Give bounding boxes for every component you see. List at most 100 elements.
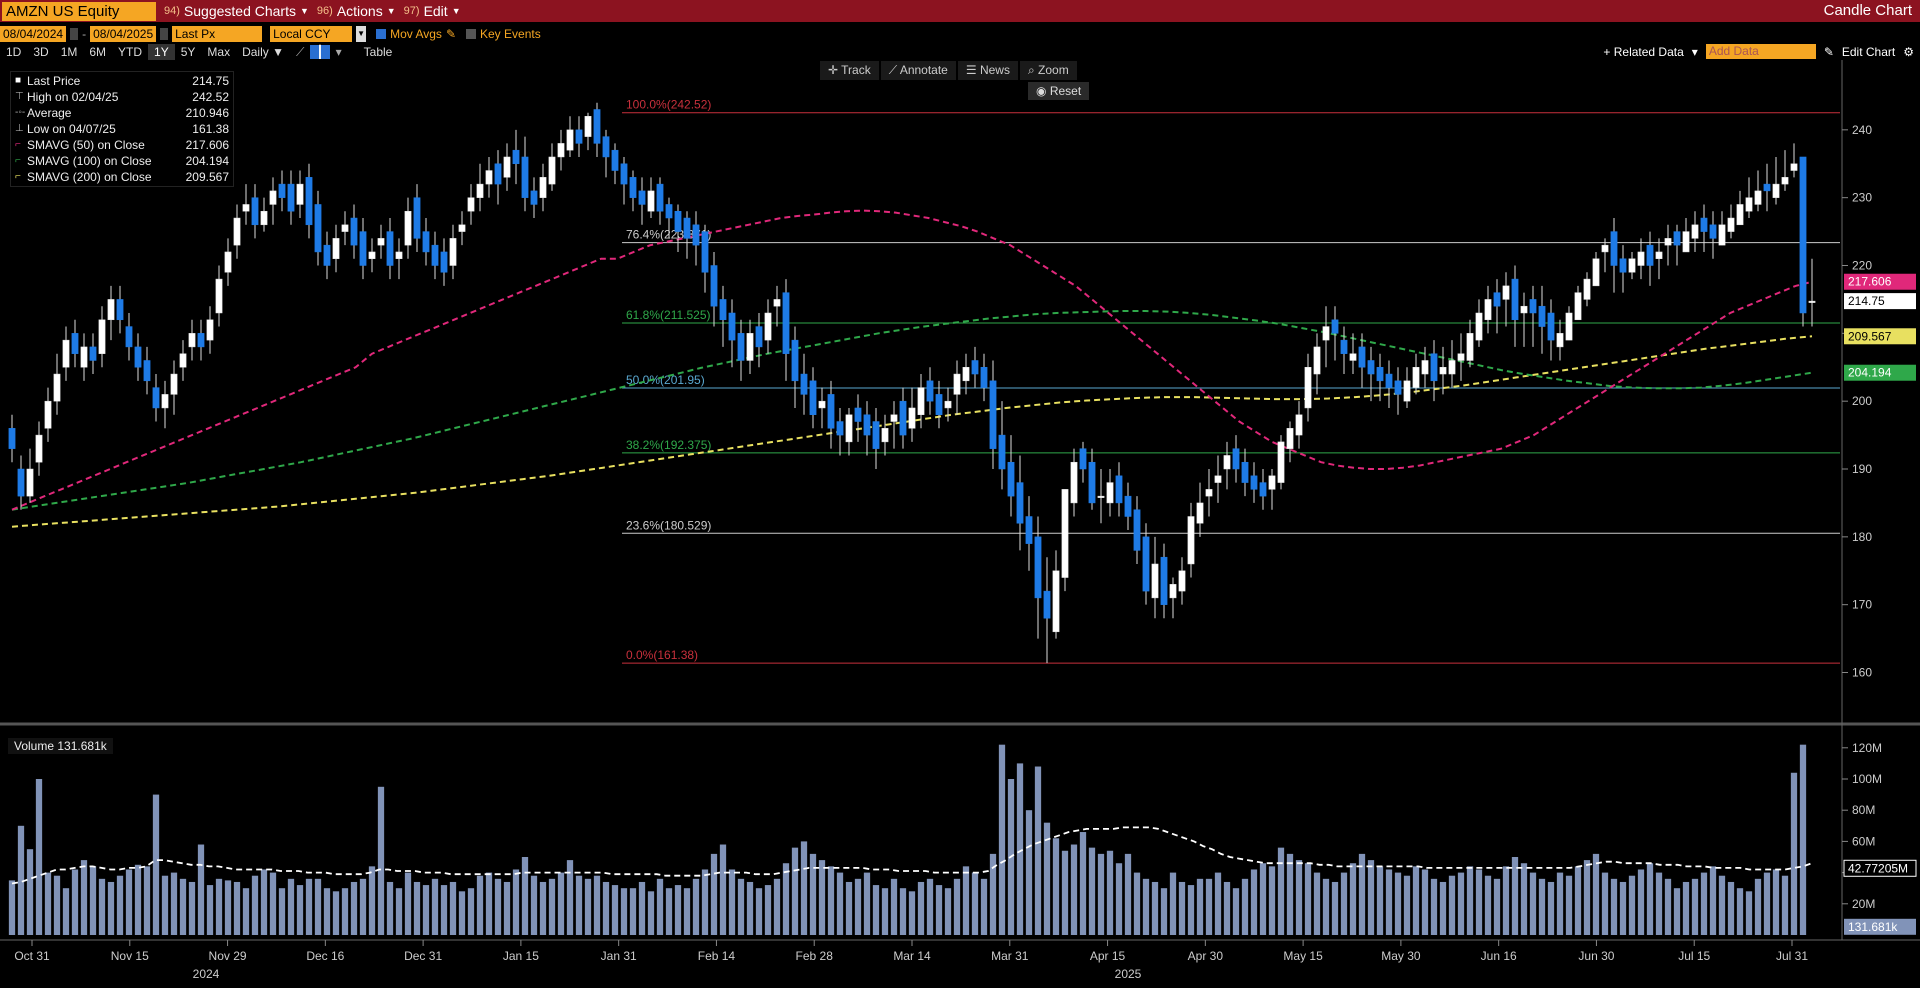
volume-bar xyxy=(71,869,79,935)
candle-body xyxy=(1502,285,1510,300)
candle-body xyxy=(269,190,277,205)
candle-body xyxy=(998,434,1006,470)
y-tick-label: 190 xyxy=(1852,462,1872,476)
candle-body xyxy=(971,360,979,375)
candle-body xyxy=(8,428,16,449)
candle-body xyxy=(386,231,394,266)
average-line-icon: -◦- xyxy=(15,107,26,118)
x-tick-label: Dec 16 xyxy=(306,949,344,963)
candle-body xyxy=(1214,475,1222,483)
volume-bar xyxy=(998,744,1006,935)
candle-body xyxy=(1529,299,1537,314)
volume-bar xyxy=(224,880,232,935)
volume-bar xyxy=(305,878,313,935)
volume-bar xyxy=(179,878,187,935)
volume-bar xyxy=(881,888,889,935)
volume-bar xyxy=(251,875,259,935)
volume-bar xyxy=(152,794,160,935)
volume-bar xyxy=(665,888,673,935)
candle-body xyxy=(890,414,898,422)
candle-body xyxy=(323,244,331,266)
x-tick-label: Mar 14 xyxy=(893,949,931,963)
volume-bar xyxy=(485,872,493,935)
volume-bar xyxy=(971,872,979,935)
candle-body xyxy=(602,136,610,158)
candle-body xyxy=(1043,590,1051,619)
volume-bar xyxy=(764,885,772,935)
volume-bar xyxy=(449,881,457,935)
fib-level-label: 50.0%(201.95) xyxy=(626,373,705,387)
candle-body xyxy=(314,204,322,253)
volume-bar xyxy=(1376,866,1384,935)
volume-average-line xyxy=(11,826,1813,885)
candle-body xyxy=(1241,461,1249,483)
x-tick-label: Feb 28 xyxy=(796,949,834,963)
candle-body xyxy=(1070,461,1078,504)
candle-body xyxy=(1673,231,1681,246)
candle-body xyxy=(278,183,286,198)
volume-bar xyxy=(1178,881,1186,935)
candle-body xyxy=(1313,346,1321,375)
volume-bar xyxy=(440,885,448,935)
volume-bar xyxy=(323,888,331,935)
volume-bar xyxy=(197,844,205,935)
volume-bar xyxy=(1034,766,1042,935)
volume-bar xyxy=(359,878,367,935)
pink-dash-icon: ⌐ xyxy=(15,139,21,150)
candle-body xyxy=(764,312,772,341)
volume-bar xyxy=(98,878,106,935)
legend-value: 161.38 xyxy=(192,122,229,136)
year-label: 2025 xyxy=(1115,967,1142,981)
candle-body xyxy=(152,387,160,409)
volume-bar xyxy=(1079,832,1087,935)
candle-body xyxy=(125,326,133,348)
volume-bar xyxy=(1493,878,1501,935)
volume-bar xyxy=(1718,875,1726,935)
volume-bar xyxy=(809,853,817,935)
candle-body xyxy=(746,333,754,361)
volume-bar xyxy=(926,878,934,935)
volume-bar xyxy=(944,888,952,935)
chart-legend: ■ Last Price 214.75 ⊤ High on 02/04/25 242.5… xyxy=(10,71,234,187)
legend-label: SMAVG (50) on Close xyxy=(27,138,145,152)
volume-tick-label: 20M xyxy=(1852,897,1875,911)
volume-bar xyxy=(44,872,52,935)
volume-bar xyxy=(1241,878,1249,935)
volume-bar xyxy=(341,888,349,935)
volume-bar xyxy=(728,869,736,935)
candle-body xyxy=(305,177,313,226)
volume-bar xyxy=(1664,878,1672,935)
candle-body xyxy=(431,244,439,266)
candle-body xyxy=(1178,570,1186,592)
candle-chart[interactable]: 16017018019020021022023024020M40M60M80M1… xyxy=(0,0,1920,988)
candle-body xyxy=(1223,455,1231,470)
candle-body xyxy=(1187,516,1195,565)
candle-body xyxy=(1592,258,1600,287)
price-tag: 209.567 xyxy=(1848,329,1892,343)
candle-body xyxy=(827,394,835,429)
volume-bar xyxy=(1610,878,1618,935)
volume-bar xyxy=(1529,872,1537,935)
candle-body xyxy=(404,210,412,246)
yellow-dash-icon: ⌐ xyxy=(15,171,21,182)
volume-bar xyxy=(512,869,520,935)
candle-body xyxy=(1565,312,1573,341)
x-tick-label: Apr 30 xyxy=(1188,949,1224,963)
candle-body xyxy=(1556,333,1564,348)
candle-body xyxy=(1583,278,1591,300)
volume-bar xyxy=(1088,847,1096,935)
candle-body xyxy=(845,414,853,443)
volume-bar xyxy=(215,878,223,935)
volume-bar xyxy=(854,878,862,935)
candle-body xyxy=(755,326,763,348)
candle-body xyxy=(1547,312,1555,341)
volume-bar xyxy=(593,875,601,935)
volume-bar xyxy=(1709,866,1717,935)
volume-bar xyxy=(701,869,709,935)
candle-body xyxy=(656,183,664,212)
candle-body xyxy=(917,387,925,415)
x-tick-label: Jan 31 xyxy=(601,949,637,963)
volume-bar xyxy=(233,881,241,935)
volume-bar xyxy=(935,885,943,935)
candle-body xyxy=(413,197,421,239)
